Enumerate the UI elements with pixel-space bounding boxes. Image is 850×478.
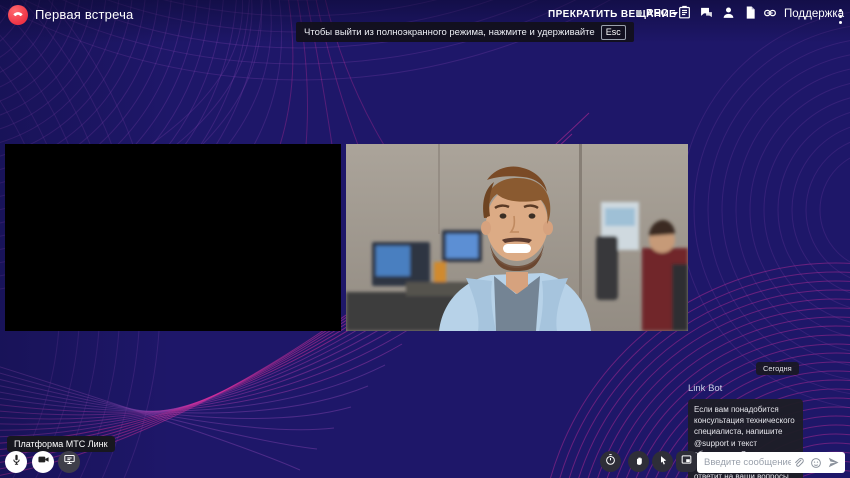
- banner-text: Чтобы выйти из полноэкранного режима, на…: [304, 27, 595, 38]
- layout-icon: [680, 453, 693, 471]
- screen-share-button[interactable]: [58, 451, 80, 473]
- camera-icon: [37, 453, 50, 471]
- webinar-window: Первая встреча ПРЕКРАТИТЬ ВЕЩАНИЕ REC По…: [0, 0, 850, 478]
- agenda-board-button[interactable]: [676, 7, 692, 23]
- timer-button[interactable]: [600, 451, 621, 472]
- chat-sender-name: Link Bot: [688, 383, 722, 394]
- timer-icon: [604, 453, 617, 471]
- chat-input-row: [697, 452, 845, 473]
- files-button[interactable]: [742, 7, 758, 23]
- file-icon: [743, 5, 758, 25]
- chat-icon: [699, 5, 714, 25]
- rec-label: REC: [646, 7, 668, 19]
- phone-down-icon: [12, 6, 24, 24]
- copy-link-button[interactable]: [762, 7, 778, 23]
- microphone-icon: [10, 453, 23, 471]
- microphone-button[interactable]: [5, 451, 27, 473]
- layout-button[interactable]: [676, 451, 697, 472]
- raise-hand-icon: [633, 453, 645, 471]
- rec-dropdown[interactable]: REC: [636, 7, 678, 19]
- camera-button[interactable]: [32, 451, 54, 473]
- screen-share-icon: [63, 453, 76, 471]
- hangup-button[interactable]: [8, 5, 28, 25]
- agenda-board-icon: [677, 5, 692, 25]
- participants-button[interactable]: [720, 7, 736, 23]
- emoji-button[interactable]: [809, 456, 822, 469]
- send-button[interactable]: [827, 456, 840, 469]
- speaker-video-frame: [346, 144, 688, 331]
- cursor-icon: [657, 453, 669, 471]
- attach-button[interactable]: [791, 456, 804, 469]
- pointer-button[interactable]: [652, 451, 673, 472]
- chat-button[interactable]: [698, 7, 714, 23]
- meeting-title: Первая встреча: [35, 7, 134, 22]
- video-tile-speaker[interactable]: [346, 144, 688, 331]
- chat-message-input[interactable]: [697, 457, 791, 468]
- more-menu-button[interactable]: [834, 8, 846, 25]
- platform-tooltip: Платформа МТС Линк: [7, 436, 115, 452]
- esc-keycap: Esc: [601, 25, 626, 40]
- video-tile-empty[interactable]: [5, 144, 341, 331]
- person-icon: [721, 5, 736, 25]
- raise-hand-button[interactable]: [628, 451, 649, 472]
- fullscreen-exit-banner: Чтобы выйти из полноэкранного режима, на…: [296, 22, 634, 42]
- rec-dot-icon: [636, 10, 642, 16]
- chat-date-badge: Сегодня: [756, 362, 799, 375]
- link-icon: [762, 5, 778, 26]
